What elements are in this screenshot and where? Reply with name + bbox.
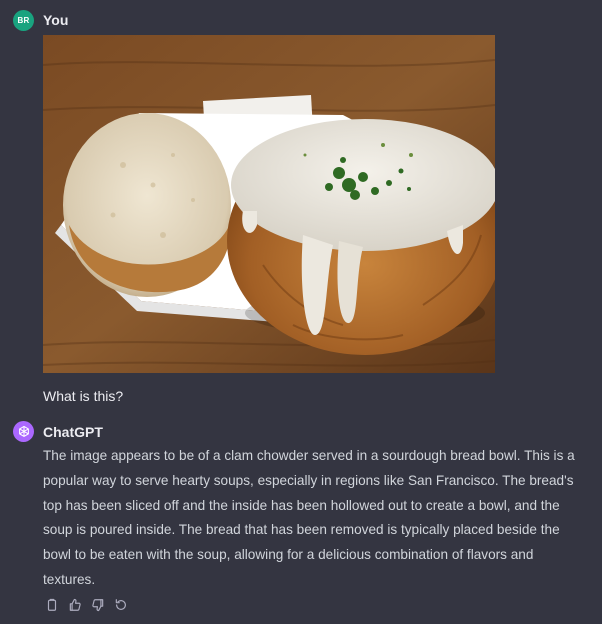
copy-button[interactable] [43, 596, 60, 613]
uploaded-image[interactable] [43, 35, 495, 373]
user-prompt: What is this? [43, 388, 124, 404]
thumbs-up-icon [69, 598, 81, 611]
user-avatar: BR [13, 10, 34, 31]
regenerate-button[interactable] [112, 596, 129, 613]
copy-icon [47, 598, 56, 611]
assistant-response: The image appears to be of a clam chowde… [43, 448, 575, 587]
thumbs-up-button[interactable] [66, 596, 83, 613]
thumbs-down-button[interactable] [89, 596, 106, 613]
user-avatar-initials: BR [17, 16, 30, 25]
openai-logo-icon [13, 421, 34, 442]
regenerate-icon [115, 598, 126, 610]
user-author-name: You [43, 12, 69, 28]
thumbs-down-icon [91, 598, 103, 611]
assistant-author-name: ChatGPT [43, 424, 103, 440]
message-actions [43, 596, 129, 613]
